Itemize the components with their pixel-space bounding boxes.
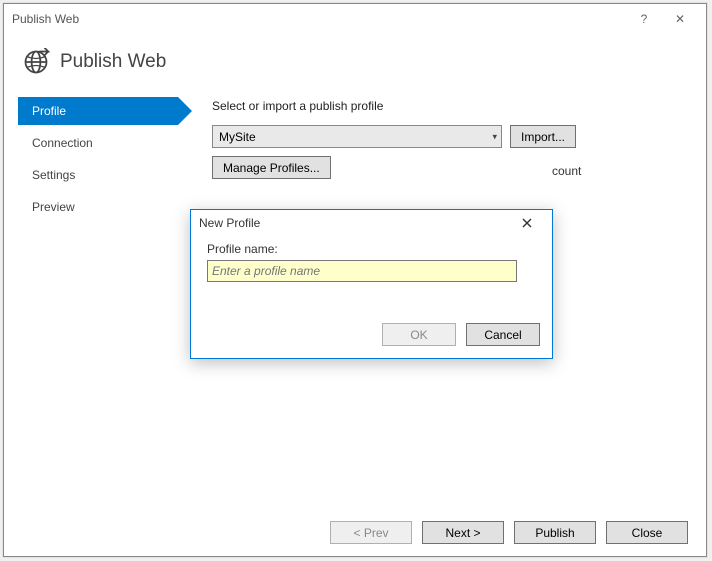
- dialog-title: New Profile: [199, 216, 260, 230]
- close-icon: [522, 218, 532, 228]
- section-label: Select or import a publish profile: [212, 99, 682, 113]
- dialog-body: Profile name:: [191, 236, 552, 315]
- header-title: Publish Web: [60, 51, 166, 73]
- chevron-down-icon: ▾: [492, 131, 497, 142]
- sidebar-item-settings[interactable]: Settings: [18, 161, 178, 189]
- cancel-button[interactable]: Cancel: [466, 323, 540, 346]
- ok-button: OK: [382, 323, 456, 346]
- profile-dropdown[interactable]: MySite ▾: [212, 125, 502, 148]
- window-title: Publish Web: [12, 12, 79, 26]
- import-button[interactable]: Import...: [510, 125, 576, 148]
- manage-profiles-button[interactable]: Manage Profiles...: [212, 156, 331, 179]
- sidebar-item-connection[interactable]: Connection: [18, 129, 178, 157]
- prev-button: < Prev: [330, 521, 412, 544]
- main-area: Profile Connection Settings Preview Sele…: [4, 94, 706, 225]
- wizard-sidebar: Profile Connection Settings Preview: [18, 94, 178, 225]
- publish-web-window: Publish Web ? ✕ Publish Web Profile Conn…: [3, 3, 707, 557]
- dialog-titlebar: New Profile: [191, 210, 552, 236]
- close-button[interactable]: Close: [606, 521, 688, 544]
- titlebar: Publish Web ? ✕: [4, 4, 706, 34]
- account-hint-fragment: count: [552, 164, 581, 178]
- sidebar-item-preview[interactable]: Preview: [18, 193, 178, 221]
- sidebar-item-profile[interactable]: Profile: [18, 97, 178, 125]
- profile-name-input[interactable]: [207, 260, 517, 282]
- help-button[interactable]: ?: [626, 5, 662, 33]
- content-pane: Select or import a publish profile MySit…: [178, 94, 706, 225]
- wizard-footer: < Prev Next > Publish Close: [4, 510, 706, 556]
- publish-button[interactable]: Publish: [514, 521, 596, 544]
- window-close-button[interactable]: ✕: [662, 5, 698, 33]
- profile-dropdown-value: MySite: [219, 130, 256, 144]
- new-profile-dialog: New Profile Profile name: OK Cancel: [190, 209, 553, 359]
- next-button[interactable]: Next >: [422, 521, 504, 544]
- dialog-footer: OK Cancel: [191, 315, 552, 358]
- dialog-close-button[interactable]: [510, 211, 544, 235]
- header: Publish Web: [4, 34, 706, 94]
- profile-name-label: Profile name:: [207, 242, 536, 256]
- globe-publish-icon: [22, 48, 50, 76]
